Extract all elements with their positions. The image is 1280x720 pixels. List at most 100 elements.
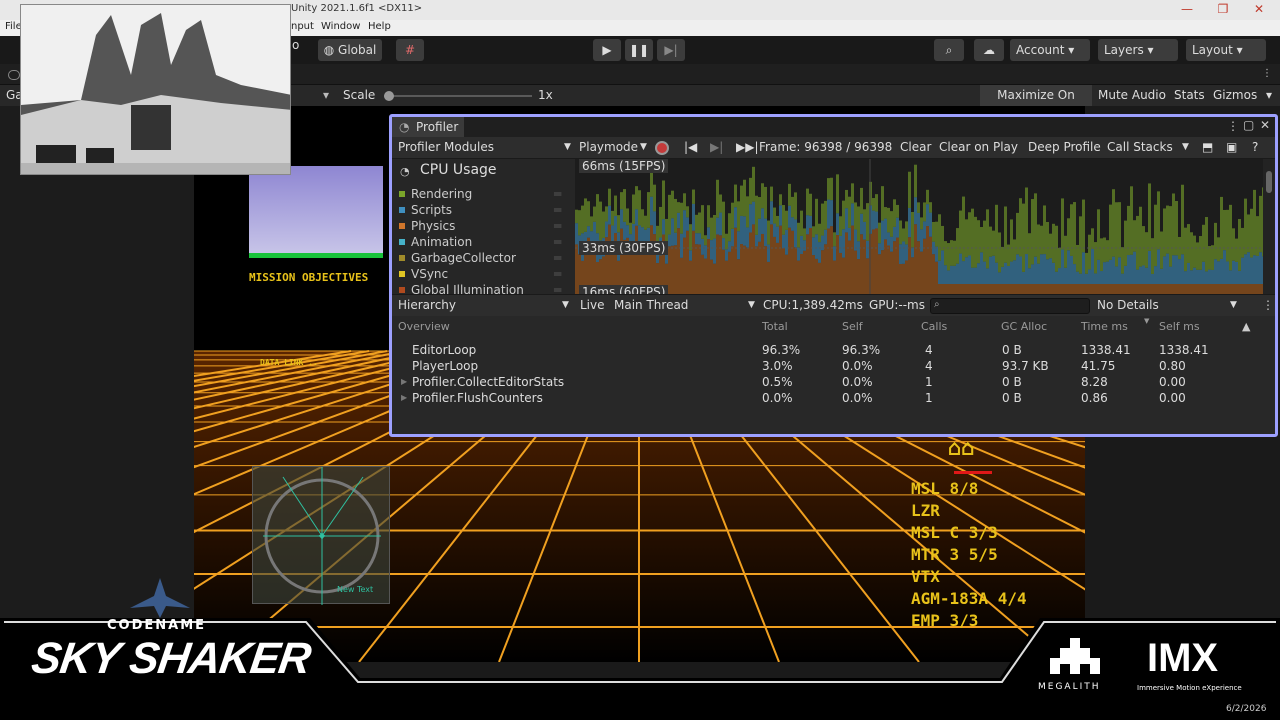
cell-total: 96.3% bbox=[762, 343, 801, 357]
cloud-button[interactable]: ☁ bbox=[974, 39, 1004, 61]
chevron-down-icon[interactable]: ▼ bbox=[748, 300, 755, 310]
help-icon[interactable]: ? bbox=[1252, 140, 1258, 154]
maximize-on-play-toggle[interactable]: Maximize On Play bbox=[980, 85, 1092, 123]
more-icon[interactable]: ⋮ bbox=[1227, 119, 1239, 133]
table-row[interactable]: ▶ Profiler.CollectEditorStats 0.5% 0.0% 1 0 B… bbox=[392, 374, 1275, 390]
stats-toggle[interactable]: Stats bbox=[1170, 85, 1209, 106]
deep-profile-toggle[interactable]: Deep Profile bbox=[1028, 140, 1101, 154]
maximize-button[interactable]: ❐ bbox=[1206, 0, 1240, 20]
window-title: Unity 2021.1.6f1 <DX11> bbox=[291, 3, 423, 14]
cpu-time: CPU:1,389.42ms bbox=[763, 298, 863, 312]
layout-dropdown[interactable]: Layout ▾ bbox=[1186, 39, 1266, 61]
chevron-down-icon[interactable]: ▼ bbox=[640, 142, 647, 152]
module-color-swatch bbox=[399, 191, 405, 197]
module-color-swatch bbox=[399, 271, 405, 277]
gizmos-dropdown[interactable]: Gizmos bbox=[1209, 85, 1261, 106]
health-bar bbox=[954, 471, 992, 474]
call-stacks-toggle[interactable]: Call Stacks bbox=[1107, 140, 1173, 154]
drag-handle-icon[interactable]: ═ bbox=[554, 203, 561, 217]
chevron-down-icon[interactable]: ▼ bbox=[1230, 300, 1237, 310]
save-icon[interactable]: ▣ bbox=[1226, 140, 1237, 154]
hierarchy-table-header: Overview Total Self Calls GC Alloc Time … bbox=[392, 317, 1275, 335]
cpu-usage-graph[interactable]: 66ms (15FPS) 33ms (30FPS) 16ms (60FPS) bbox=[575, 159, 1263, 294]
chevron-down-icon[interactable]: ▼ bbox=[564, 142, 571, 152]
weapon-status: MSL 8/8 bbox=[911, 479, 979, 498]
module-item-rendering[interactable]: Rendering ═ bbox=[399, 187, 561, 201]
current-frame-icon[interactable]: ▶▶| bbox=[736, 140, 759, 154]
module-item-animation[interactable]: Animation ═ bbox=[399, 235, 561, 249]
module-item-scripts[interactable]: Scripts ═ bbox=[399, 203, 561, 217]
display-dropdown-chevron-icon[interactable]: ▾ bbox=[319, 85, 333, 106]
table-row[interactable]: PlayerLoop 3.0% 0.0% 4 93.7 KB 41.75 0.80 bbox=[392, 358, 1275, 374]
table-row[interactable]: EditorLoop 96.3% 96.3% 4 0 B 1338.41 1338.41 bbox=[392, 342, 1275, 358]
view-dropdown[interactable]: Hierarchy bbox=[398, 298, 456, 312]
next-frame-icon[interactable]: ▶| bbox=[710, 140, 723, 154]
expand-icon[interactable]: ▶ bbox=[401, 393, 407, 402]
expand-icon[interactable]: ▶ bbox=[401, 377, 407, 386]
cell-time: 0.86 bbox=[1081, 391, 1108, 405]
drag-handle-icon[interactable]: ═ bbox=[554, 235, 561, 249]
svg-text:✦: ✦ bbox=[316, 529, 328, 545]
global-toggle[interactable]: ◍ Global bbox=[318, 39, 382, 61]
more-icon[interactable]: ⋮ bbox=[1262, 298, 1274, 312]
step-button[interactable]: ▶| bbox=[657, 39, 685, 61]
search-icon: ⌕ bbox=[945, 43, 953, 57]
account-dropdown[interactable]: Account ▾ bbox=[1010, 39, 1090, 61]
playmode-dropdown[interactable]: Playmode bbox=[579, 140, 638, 154]
tab-profiler[interactable]: ◔ Profiler bbox=[392, 117, 464, 137]
drag-handle-icon[interactable]: ═ bbox=[554, 187, 561, 201]
cell-name: Profiler.FlushCounters bbox=[412, 391, 543, 405]
layers-dropdown[interactable]: Layers ▾ bbox=[1098, 39, 1178, 61]
col-self-ms[interactable]: Self ms bbox=[1159, 320, 1200, 333]
drag-handle-icon[interactable]: ═ bbox=[554, 267, 561, 281]
graph-scrollbar-thumb[interactable] bbox=[1266, 171, 1272, 193]
cell-selfms: 0.00 bbox=[1159, 375, 1186, 389]
search-input[interactable]: ⌕ bbox=[930, 298, 1090, 314]
maximize-pane-icon[interactable]: ▢ bbox=[1243, 118, 1254, 132]
mute-audio-toggle[interactable]: Mute Audio bbox=[1094, 85, 1170, 106]
drag-handle-icon[interactable]: ═ bbox=[554, 251, 561, 265]
first-frame-icon[interactable]: |◀ bbox=[684, 140, 697, 154]
close-pane-icon[interactable]: ✕ bbox=[1260, 118, 1270, 132]
module-item-vsync[interactable]: VSync ═ bbox=[399, 267, 561, 281]
col-overview[interactable]: Overview bbox=[398, 320, 450, 333]
graph-scrollbar[interactable] bbox=[1263, 159, 1275, 294]
col-gc-alloc[interactable]: GC Alloc bbox=[1001, 320, 1047, 333]
chevron-down-icon[interactable]: ▼ bbox=[562, 300, 569, 310]
cell-gc: 0 B bbox=[1002, 391, 1022, 405]
grid-icon: # bbox=[404, 43, 416, 57]
record-icon[interactable] bbox=[655, 141, 669, 155]
menu-input[interactable]: nput bbox=[291, 21, 314, 32]
module-item-physics[interactable]: Physics ═ bbox=[399, 219, 561, 233]
chevron-down-icon[interactable]: ▼ bbox=[1182, 142, 1189, 152]
more-icon[interactable]: ⋮ bbox=[1262, 68, 1272, 82]
warning-icon[interactable]: ▲ bbox=[1242, 320, 1250, 333]
grid-snap-button[interactable]: # bbox=[396, 39, 424, 61]
table-row[interactable]: ▶ Profiler.FlushCounters 0.0% 0.0% 1 0 B 0.86 0… bbox=[392, 390, 1275, 406]
profiler-modules-dropdown[interactable]: Profiler Modules bbox=[398, 140, 494, 154]
chevron-down-icon[interactable]: ▾ bbox=[1262, 85, 1276, 106]
pause-button[interactable]: ❚❚ bbox=[625, 39, 653, 61]
col-total[interactable]: Total bbox=[762, 320, 788, 333]
drag-handle-icon[interactable]: ═ bbox=[554, 219, 561, 233]
minimize-button[interactable]: — bbox=[1170, 0, 1204, 20]
col-calls[interactable]: Calls bbox=[921, 320, 947, 333]
play-button[interactable]: ▶ bbox=[593, 39, 621, 61]
cell-total: 3.0% bbox=[762, 359, 793, 373]
scale-slider-handle[interactable] bbox=[384, 91, 394, 101]
clear-button[interactable]: Clear bbox=[900, 140, 931, 154]
search-button[interactable]: ⌕ bbox=[934, 39, 964, 61]
scale-slider[interactable] bbox=[384, 91, 532, 101]
clear-on-play-toggle[interactable]: Clear on Play bbox=[939, 140, 1018, 154]
col-self[interactable]: Self bbox=[842, 320, 863, 333]
details-dropdown[interactable]: No Details bbox=[1097, 298, 1159, 312]
col-time-ms[interactable]: Time ms bbox=[1081, 320, 1128, 333]
module-item-garbagecollector[interactable]: GarbageCollector ═ bbox=[399, 251, 561, 265]
live-toggle[interactable]: Live bbox=[580, 298, 605, 312]
close-button[interactable]: ✕ bbox=[1242, 0, 1276, 20]
menu-window[interactable]: Window bbox=[321, 21, 360, 32]
global-label: Global bbox=[338, 43, 377, 57]
load-icon[interactable]: ⬒ bbox=[1202, 140, 1213, 154]
menu-help[interactable]: Help bbox=[368, 21, 391, 32]
thread-dropdown[interactable]: Main Thread bbox=[614, 298, 688, 312]
